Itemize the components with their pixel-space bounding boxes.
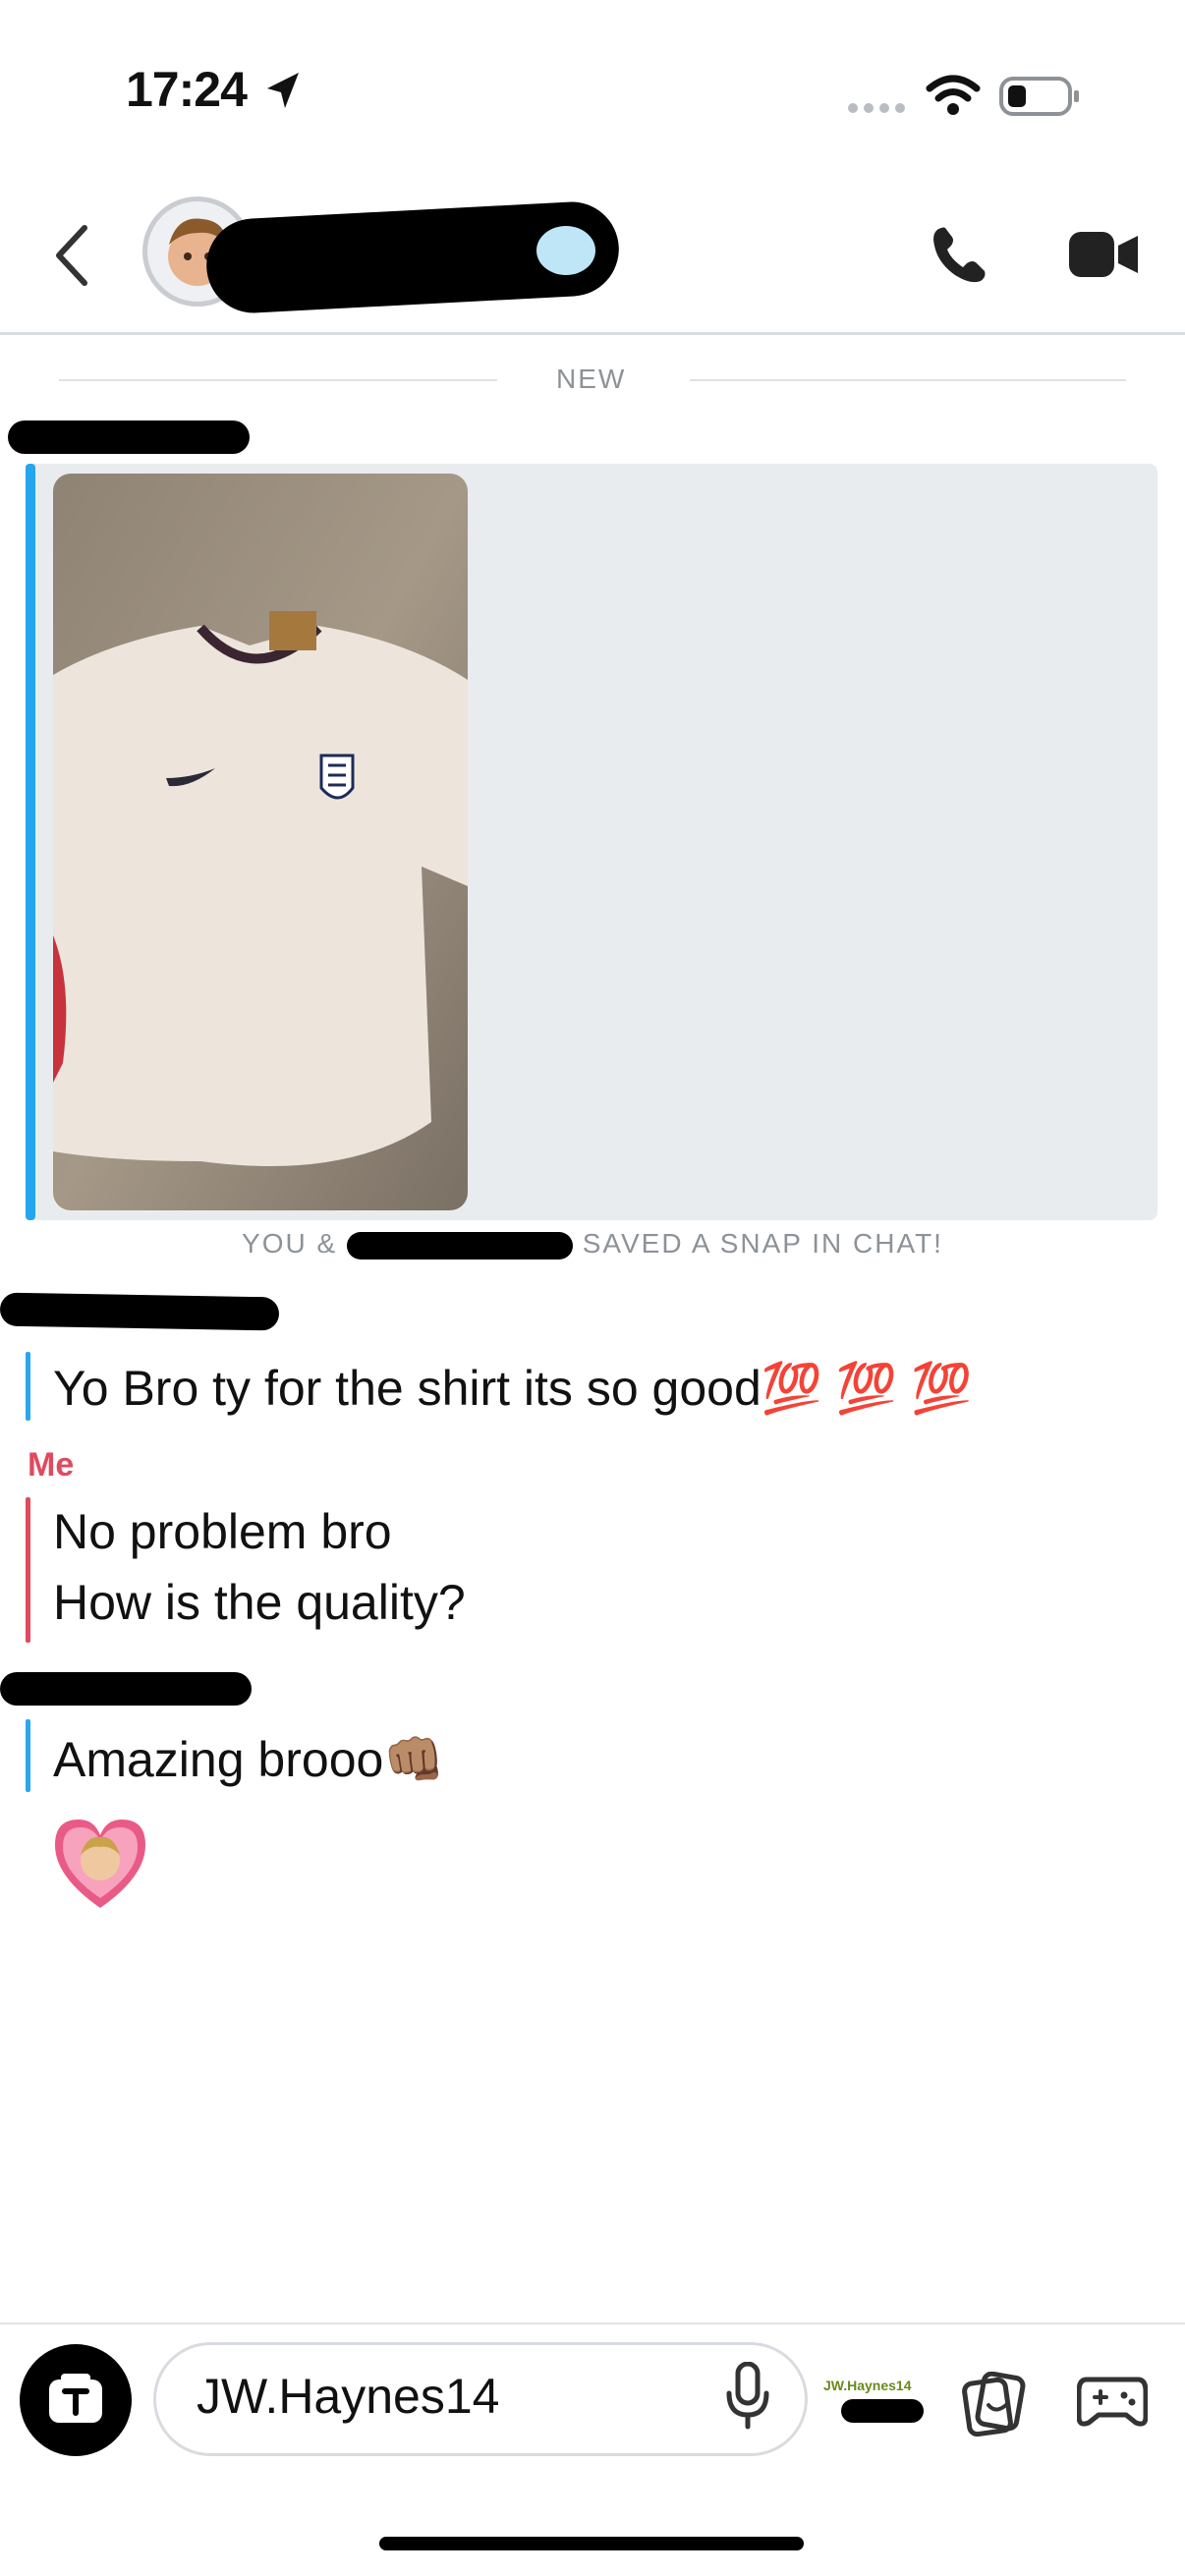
camera-button[interactable] <box>20 2344 132 2456</box>
message-bar <box>26 1719 30 1792</box>
bitmoji-mini-label: JW.Haynes14 <box>823 2378 912 2393</box>
bitmoji-button[interactable]: JW.Haynes14 <box>823 2378 931 2438</box>
sticker-icon[interactable] <box>959 2372 1026 2438</box>
saved-snap-note: YOU & SAVED A SNAP IN CHAT! <box>242 1228 943 1260</box>
redacted-sender-name <box>0 1292 280 1331</box>
microphone-icon[interactable] <box>723 2362 772 2431</box>
header-divider <box>0 332 1185 335</box>
redacted-sender-name <box>0 1672 252 1706</box>
game-controller-icon[interactable] <box>1077 2372 1148 2431</box>
phone-call-icon[interactable] <box>928 224 990 287</box>
status-time: 17:24 <box>126 62 248 117</box>
chat-message-me-line1: No problem bro <box>53 1504 392 1559</box>
streak-emoji <box>536 226 595 275</box>
redacted-name-inline <box>346 1231 573 1260</box>
chat-message-me-line2: How is the quality? <box>53 1575 466 1630</box>
back-chevron-icon[interactable] <box>51 224 90 287</box>
new-divider-right <box>690 379 1126 381</box>
chat-input-text: JW.Haynes14 <box>197 2369 500 2424</box>
chat-message: Amazing brooo👊🏽 <box>53 1732 445 1787</box>
new-divider-left <box>59 379 497 381</box>
video-call-icon[interactable] <box>1069 232 1140 277</box>
redacted-sender-name <box>8 420 250 454</box>
text-camera-icon <box>49 2374 102 2423</box>
snap-sender-bar <box>26 464 35 1220</box>
redacted-bitmoji <box>841 2399 924 2423</box>
home-indicator[interactable] <box>379 2537 804 2550</box>
wifi-icon <box>926 75 981 115</box>
message-bar <box>26 1352 30 1421</box>
location-arrow-icon <box>267 73 299 108</box>
new-divider-label: NEW <box>556 364 627 394</box>
message-bar-me <box>26 1497 30 1643</box>
battery-icon <box>999 77 1079 116</box>
me-sender-label: Me <box>28 1446 75 1484</box>
signal-dots-icon <box>848 103 905 113</box>
composer-divider <box>0 2323 1185 2324</box>
chat-message: Yo Bro ty for the shirt its so good💯 💯 💯 <box>53 1361 973 1416</box>
bitmoji-heart-sticker-icon[interactable] <box>49 1814 151 1912</box>
snap-photo-shirt[interactable] <box>53 474 468 1210</box>
